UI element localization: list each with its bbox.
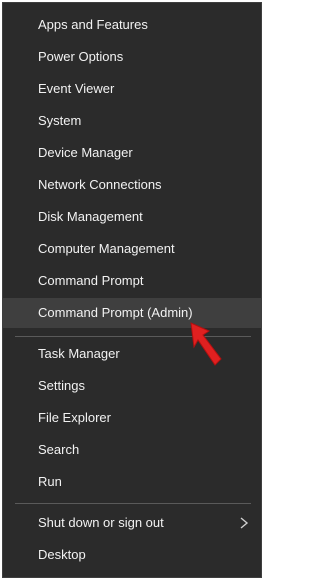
menu-item-disk-management[interactable]: Disk Management [3,202,261,232]
chevron-right-icon [240,517,249,529]
menu-separator [15,503,251,504]
menu-item-computer-management[interactable]: Computer Management [3,234,261,264]
menu-item-shut-down-or-sign-out[interactable]: Shut down or sign out [3,508,261,538]
menu-item-label: Shut down or sign out [38,515,164,530]
menu-item-desktop[interactable]: Desktop [3,540,261,570]
menu-item-apps-and-features[interactable]: Apps and Features [3,10,261,40]
menu-item-run[interactable]: Run [3,467,261,497]
menu-item-settings[interactable]: Settings [3,371,261,401]
menu-item-network-connections[interactable]: Network Connections [3,170,261,200]
red-pointer-arrow-icon [190,322,222,366]
win-x-context-menu: Apps and Features Power Options Event Vi… [2,2,262,578]
menu-item-command-prompt[interactable]: Command Prompt [3,266,261,296]
menu-item-device-manager[interactable]: Device Manager [3,138,261,168]
menu-item-file-explorer[interactable]: File Explorer [3,403,261,433]
menu-item-power-options[interactable]: Power Options [3,42,261,72]
menu-item-event-viewer[interactable]: Event Viewer [3,74,261,104]
menu-item-search[interactable]: Search [3,435,261,465]
menu-item-system[interactable]: System [3,106,261,136]
